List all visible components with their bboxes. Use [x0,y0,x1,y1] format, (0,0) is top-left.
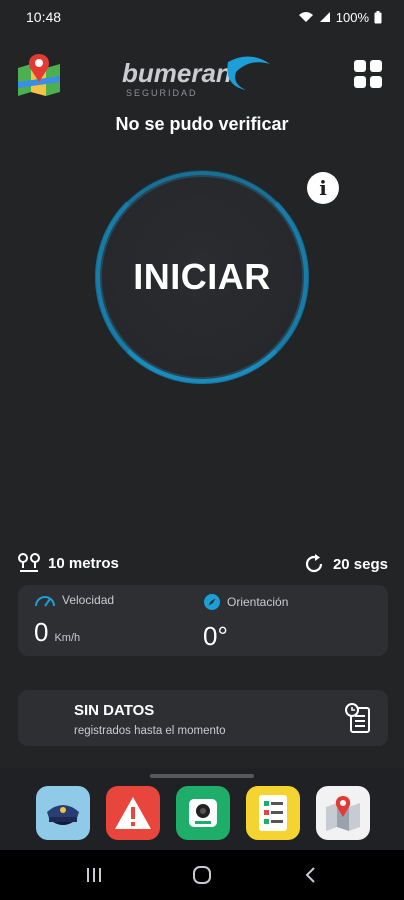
recents-button[interactable] [74,855,114,895]
home-button[interactable] [182,855,222,895]
app-dock [0,768,404,850]
dock-app-police[interactable] [36,786,90,840]
speed-value: 0 [34,617,49,647]
wifi-icon [298,12,313,22]
info-icon[interactable]: i [307,172,339,204]
signal-icon [319,12,330,22]
clipboard-clock-icon[interactable] [344,702,372,734]
svg-text:SEGURIDAD: SEGURIDAD [126,88,198,98]
distance-pins-icon [18,553,40,572]
dock-app-checklist[interactable] [246,786,300,840]
speed-metric: Velocidad 0 Km/h [34,593,114,648]
start-button[interactable]: INICIAR [95,170,309,384]
tracking-settings: 10 metros 20 segs [0,553,404,577]
status-icons: 100% [298,10,382,25]
speed-unit: Km/h [54,632,81,644]
speedometer-icon [35,596,55,607]
dock-app-map[interactable] [316,786,370,840]
map-pin-icon [326,796,360,831]
verification-status: No se pudo verificar [115,114,289,134]
refresh-icon [305,554,323,573]
dock-app-camera[interactable] [176,786,230,840]
orientation-metric: Orientación 0° [203,593,288,652]
bumeran-logo: bumeran SEGURIDAD [122,56,270,98]
apps-grid-icon[interactable] [354,60,382,88]
app-header: bumeran SEGURIDAD [0,46,404,102]
camera-icon [189,799,217,827]
recents-icon [87,868,101,882]
start-label: INICIAR [133,256,271,297]
home-icon [193,866,211,884]
back-icon [305,867,315,883]
interval-setting[interactable]: 20 segs [303,553,388,575]
dock-app-alert[interactable] [106,786,160,840]
battery-icon [374,10,382,23]
orientation-label: Orientación [227,595,289,609]
distance-value: 10 metros [48,554,119,572]
compass-icon [204,594,220,610]
telemetry-card: Velocidad 0 Km/h Orientación 0° [18,585,388,656]
no-data-subtitle: registrados hasta el momento [74,725,226,737]
records-card[interactable]: SIN DATOS registrados hasta el momento [18,690,388,746]
speed-label: Velocidad [62,593,115,607]
system-nav-bar [0,850,404,900]
clock: 10:48 [26,9,62,25]
svg-text:bumeran: bumeran [122,58,232,88]
interval-value: 20 segs [332,555,388,573]
warning-icon [115,797,151,829]
back-button[interactable] [290,855,330,895]
battery-percent: 100% [335,9,369,25]
checklist-icon [259,795,287,831]
distance-setting[interactable]: 10 metros [18,553,119,573]
no-data-title: SIN DATOS [74,702,155,719]
drag-handle[interactable] [150,774,254,778]
police-cap-icon [47,805,79,825]
map-location-icon[interactable] [16,52,62,98]
orientation-value: 0° [203,621,228,651]
status-bar: 10:48 100% [0,0,404,34]
